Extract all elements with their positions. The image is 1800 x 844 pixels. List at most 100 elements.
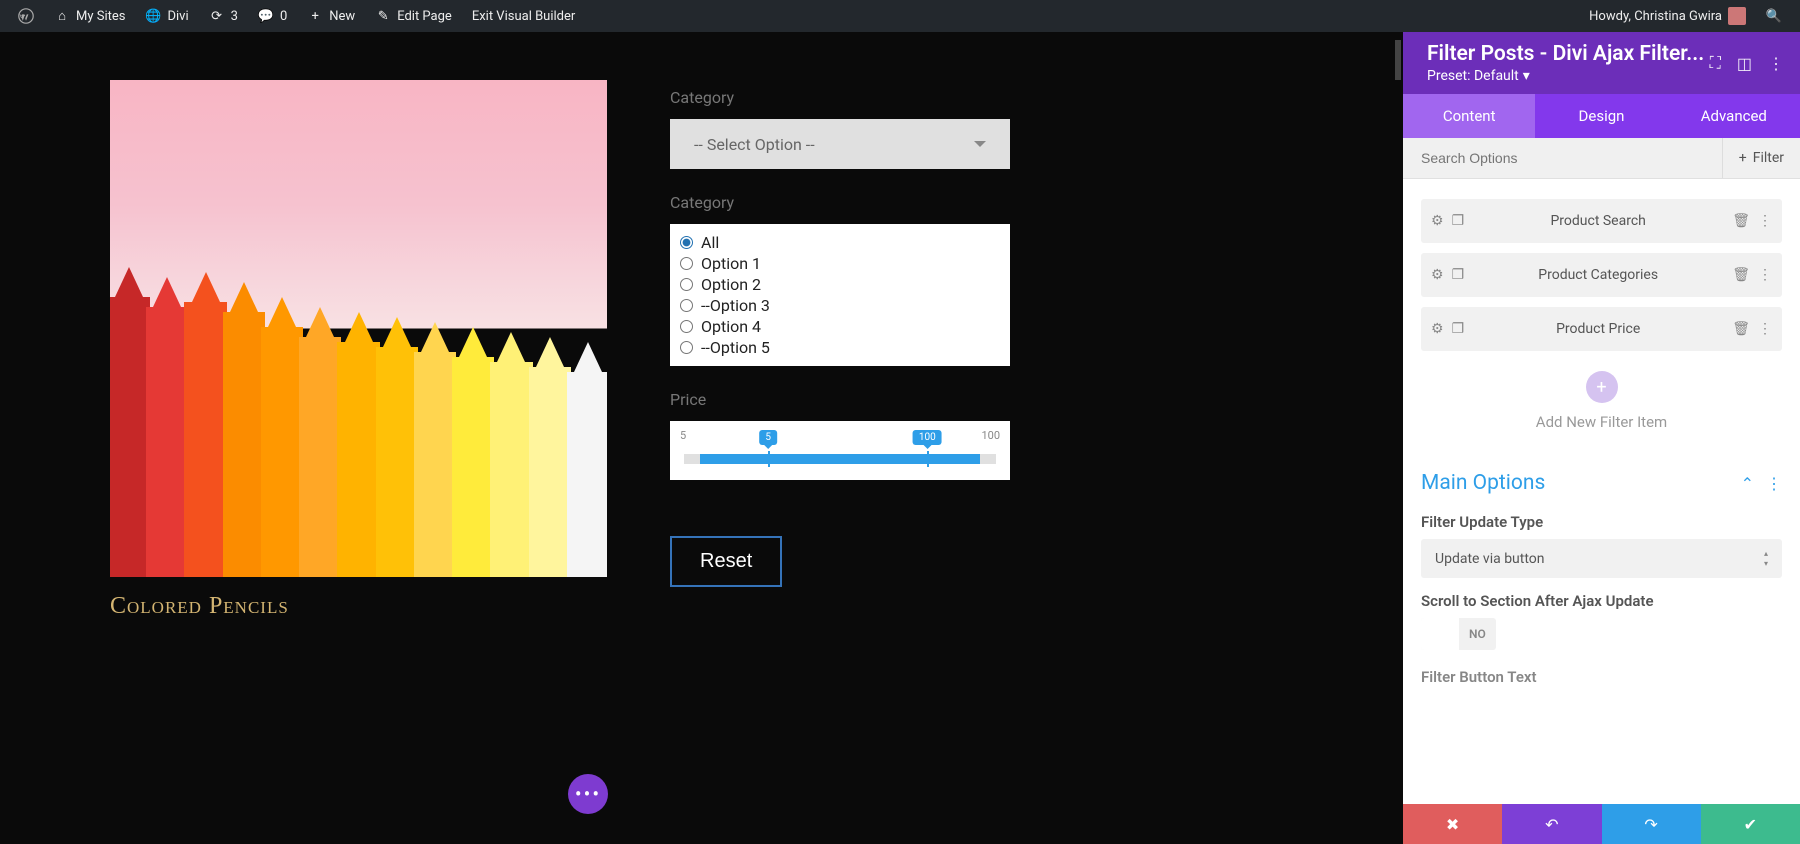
add-filter-button[interactable]: + [1586, 371, 1618, 403]
howdy-user[interactable]: Howdy, Christina Gwira [1579, 0, 1756, 32]
category-label-1: Category [670, 88, 1010, 107]
more-icon[interactable]: ⋮ [1768, 54, 1784, 73]
radio-option1[interactable]: Option 1 [680, 253, 1000, 274]
scroll-toggle[interactable]: NO [1421, 618, 1496, 650]
wp-adminbar: ⌂My Sites 🌐Divi ⟳3 💬0 +New ✎Edit Page Ex… [0, 0, 1800, 32]
sites-icon: ⌂ [54, 8, 70, 24]
radio-option2[interactable]: Option 2 [680, 274, 1000, 295]
slider-low-tooltip: 5 [759, 430, 777, 445]
panel-title: Filter Posts - Divi Ajax Filter... [1427, 42, 1710, 66]
filter-update-select[interactable]: Update via button ▴▾ [1421, 539, 1782, 578]
plus-icon: + [1739, 150, 1747, 166]
filter-button[interactable]: +Filter [1722, 138, 1800, 178]
divi-site[interactable]: 🌐Divi [135, 0, 198, 32]
filter-update-label: Filter Update Type [1421, 513, 1782, 531]
gear-icon[interactable]: ⚙ [1431, 321, 1444, 337]
pencil-icon: ✎ [375, 8, 391, 24]
globe-icon: 🌐 [145, 8, 161, 24]
add-filter-label: Add New Filter Item [1421, 413, 1782, 431]
gear-icon[interactable]: ⚙ [1431, 213, 1444, 229]
reset-button[interactable]: Reset [670, 536, 782, 587]
filter-button-text-label: Filter Button Text [1421, 668, 1782, 686]
scroll-section-label: Scroll to Section After Ajax Update [1421, 592, 1782, 610]
radio-option5[interactable]: --Option 5 [680, 337, 1000, 358]
my-sites[interactable]: ⌂My Sites [44, 0, 135, 32]
dock-icon[interactable]: ◫ [1737, 54, 1752, 73]
slider-low-handle[interactable] [768, 451, 770, 467]
price-slider[interactable]: 5 100 5 100 [670, 421, 1010, 480]
save-button[interactable]: ✔ [1701, 804, 1800, 844]
radio-option4[interactable]: Option 4 [680, 316, 1000, 337]
settings-panel: Filter Posts - Divi Ajax Filter... Prese… [1403, 32, 1800, 844]
new-content[interactable]: +New [297, 0, 365, 32]
category-radio-group: All Option 1 Option 2 --Option 3 Option … [670, 224, 1010, 366]
more-icon[interactable]: ⋮ [1758, 267, 1772, 283]
slider-max: 100 [981, 429, 1000, 442]
gear-icon[interactable]: ⚙ [1431, 267, 1444, 283]
chevron-up-icon: ⌃ [1741, 474, 1754, 493]
check-icon: ✔ [1744, 815, 1757, 834]
search-icon: 🔍 [1766, 8, 1782, 24]
module-fab[interactable]: ••• [568, 774, 608, 814]
panel-preset[interactable]: Preset: Default▾ [1427, 68, 1710, 84]
comment-icon: 💬 [258, 8, 274, 24]
trash-icon[interactable]: 🗑 [1732, 267, 1750, 283]
comments[interactable]: 💬0 [248, 0, 297, 32]
preview-canvas: Colored Pencils Category -- Select Optio… [0, 32, 1403, 844]
trash-icon[interactable]: 🗑 [1732, 321, 1750, 337]
slider-track[interactable]: 5 100 [684, 454, 996, 464]
category-select[interactable]: -- Select Option -- [670, 119, 1010, 169]
wp-logo[interactable] [8, 0, 44, 32]
product-title[interactable]: Colored Pencils [110, 593, 610, 620]
updates[interactable]: ⟳3 [199, 0, 248, 32]
tab-advanced[interactable]: Advanced [1668, 94, 1800, 138]
add-filter: + Add New Filter Item [1421, 371, 1782, 431]
filter-item-search[interactable]: ⚙❐ Product Search 🗑⋮ [1421, 199, 1782, 243]
radio-all[interactable]: All [680, 232, 1000, 253]
panel-header: Filter Posts - Divi Ajax Filter... Prese… [1403, 32, 1800, 94]
main-options-header[interactable]: Main Options ⌃⋮ [1421, 471, 1782, 495]
search-row: +Filter [1403, 138, 1800, 179]
slider-high-tooltip: 100 [913, 430, 942, 445]
filter-item-categories[interactable]: ⚙❐ Product Categories 🗑⋮ [1421, 253, 1782, 297]
wordpress-icon [18, 8, 34, 24]
canvas-scrollbar[interactable] [1395, 40, 1401, 80]
exit-visual-builder[interactable]: Exit Visual Builder [462, 0, 585, 32]
slider-high-handle[interactable] [927, 451, 929, 467]
edit-page[interactable]: ✎Edit Page [365, 0, 462, 32]
close-icon: ✖ [1446, 815, 1459, 834]
more-icon[interactable]: ⋮ [1766, 474, 1782, 493]
trash-icon[interactable]: 🗑 [1732, 213, 1750, 229]
undo-icon: ↶ [1545, 815, 1558, 834]
radio-input-2[interactable] [680, 278, 693, 291]
refresh-icon: ⟳ [209, 8, 225, 24]
radio-input-1[interactable] [680, 257, 693, 270]
radio-input-all[interactable] [680, 236, 693, 249]
tab-design[interactable]: Design [1535, 94, 1667, 138]
radio-input-3[interactable] [680, 299, 693, 312]
more-icon[interactable]: ⋮ [1758, 213, 1772, 229]
undo-button[interactable]: ↶ [1502, 804, 1601, 844]
duplicate-icon[interactable]: ❐ [1452, 267, 1465, 283]
chevron-down-icon: ▾ [1523, 68, 1530, 84]
redo-button[interactable]: ↷ [1602, 804, 1701, 844]
avatar [1728, 7, 1746, 25]
radio-input-4[interactable] [680, 320, 693, 333]
toggle-handle [1421, 618, 1459, 650]
chevron-down-icon [974, 141, 986, 147]
select-placeholder: -- Select Option -- [694, 135, 815, 154]
redo-icon: ↷ [1644, 815, 1657, 834]
tab-content[interactable]: Content [1403, 94, 1535, 138]
adminbar-search[interactable]: 🔍 [1756, 0, 1792, 32]
more-icon[interactable]: ⋮ [1758, 321, 1772, 337]
search-options-input[interactable] [1403, 138, 1722, 178]
slider-min: 5 [680, 429, 686, 442]
filter-item-price[interactable]: ⚙❐ Product Price 🗑⋮ [1421, 307, 1782, 351]
radio-input-5[interactable] [680, 341, 693, 354]
radio-option3[interactable]: --Option 3 [680, 295, 1000, 316]
duplicate-icon[interactable]: ❐ [1452, 321, 1465, 337]
duplicate-icon[interactable]: ❐ [1452, 213, 1465, 229]
expand-icon[interactable]: ⛶ [1710, 53, 1721, 73]
product-image [110, 80, 607, 577]
cancel-button[interactable]: ✖ [1403, 804, 1502, 844]
